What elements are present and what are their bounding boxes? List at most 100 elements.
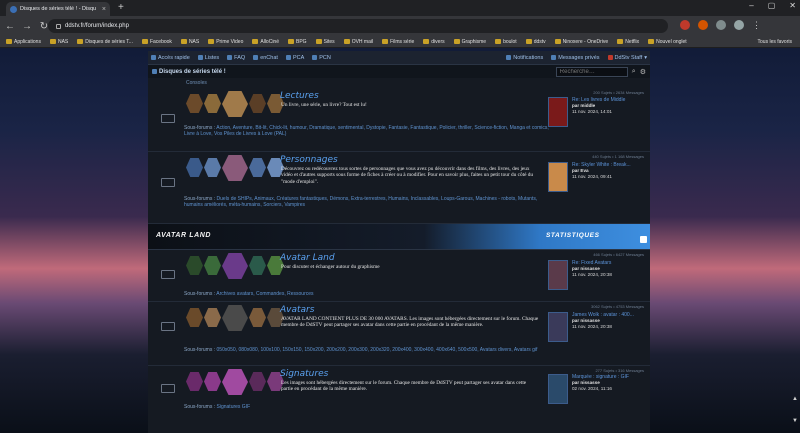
banner-hex-image [249,256,266,275]
forum-banner [186,155,284,181]
subforum-links[interactable]: Signatures GIF [217,404,251,410]
scroll-up-icon[interactable]: ▲ [792,396,798,402]
forum-title[interactable]: Signatures [280,369,328,379]
menu-kebab-icon[interactable]: ⋮ [752,20,762,30]
subforum-links[interactable]: Duels de SHIPs, Animaux, Créatures fanta… [184,196,537,208]
bookmark-item[interactable]: Netflix [617,39,639,45]
forward-icon[interactable]: → [20,21,34,32]
bookmark-item[interactable]: Graphisme [453,39,486,45]
back-icon[interactable]: ← [3,21,17,32]
bookmark-item[interactable]: Nouvel onglet [648,39,687,45]
subforum-links[interactable]: Archives avatars, Commandes, Ressources [216,291,313,297]
last-post-author: par Eva [572,168,589,173]
bookmark-icon [343,39,350,44]
forum-title[interactable]: Lectures [280,91,319,101]
bookmark-item[interactable]: boulot [495,39,517,45]
extension-icon[interactable] [698,20,708,30]
page-scrollbar[interactable]: ▲ ▼ [791,48,800,433]
minimize-icon[interactable]: – [749,1,753,10]
bookmark-item[interactable]: Ninoxere - OneDrive [554,39,608,45]
site-info-icon[interactable] [56,23,61,29]
bookmark-item[interactable]: BPG [288,39,307,45]
breadcrumb[interactable]: Disques de séries télé ! [152,69,226,75]
forum-stats: 466 Sujets • 6427 Messages [593,252,644,257]
profile-avatar-icon[interactable] [734,20,744,30]
bookmark-item[interactable]: ddstv [525,39,546,45]
banner-hex-image [249,308,266,327]
bookmark-item[interactable]: Disques de séries T... [77,39,133,45]
folder-icon [315,39,322,44]
banner-hex-image [186,94,203,113]
close-window-icon[interactable]: ✕ [789,1,796,10]
address-bar[interactable]: ddstv.fr/forum/index.php [48,19,668,33]
bookmark-item[interactable]: NAS [180,39,199,45]
subforum-link[interactable]: Consoles [148,78,650,88]
forum-unread-icon [161,270,175,279]
new-tab-button[interactable]: + [118,2,124,14]
bookmark-item[interactable]: Facebook [141,39,172,45]
search-icon[interactable]: ⌕ [632,68,636,76]
subforums: Sous-forums : Archives avatars, Commande… [184,291,314,297]
forum-title[interactable]: Avatars [280,305,314,315]
bell-icon [506,55,512,60]
bookmark-item[interactable]: Prime Video [208,39,243,45]
forum-title[interactable]: Personnages [280,155,338,165]
nav-faq[interactable]: FAQ [227,55,245,61]
last-post-date: 11 nov. 2024, 20:38 [572,324,612,329]
avatar[interactable] [548,260,568,290]
avatar[interactable] [548,374,568,404]
bookmark-item[interactable]: Applications [6,39,41,45]
tab-favicon-icon [10,5,17,13]
subforum-links[interactable]: 050x050, 080x080, 100x100, 150x150, 150x… [217,347,538,353]
nav-notifications[interactable]: Notifications [506,55,543,61]
nav-chat[interactable]: enChat [253,55,278,61]
nav-lists[interactable]: Listes [197,55,219,61]
subforums: Sous-forums : Signatures GIF [184,404,251,410]
bookmark-item[interactable]: OVH mail [343,39,373,45]
maximize-icon[interactable]: ▢ [768,1,776,10]
banner-hex-image [186,256,203,275]
banner-hex-image [204,256,221,275]
search-input[interactable] [555,66,628,77]
nav-quick-access[interactable]: Accès rapide [151,55,190,61]
bookmark-item[interactable]: Films série [382,39,414,45]
subforum-links[interactable]: Action, Aventure, Bit-lit, Chick-lit, hu… [184,125,549,137]
category-title[interactable]: AVATAR LAND [156,232,211,239]
forum-row-lectures: Lectures Un livre, une série, un livre? … [148,88,650,152]
nav-user-menu[interactable]: DdStv Staff ▾ [607,55,647,61]
last-post-date: 02 nov. 2024, 11:16 [572,386,612,391]
all-bookmarks-link[interactable]: Tous les favoris [758,39,792,45]
avatar[interactable] [548,312,568,342]
forum-row-avatar-land: Avatar Land Pour discuter et échanger au… [148,250,650,302]
extension-icon[interactable] [716,20,726,30]
bookmark-item[interactable]: divers [423,39,445,45]
forum-row-signatures: Signatures Les images sont hébergées dir… [148,366,650,416]
collapse-icon[interactable] [640,236,647,243]
banner-hex-image [204,308,221,327]
forum-title[interactable]: Avatar Land [280,253,335,263]
bookmark-item[interactable]: AlloCiné [252,39,279,45]
last-post-date: 11 nov. 2024, 09:41 [572,174,612,179]
scroll-down-icon[interactable]: ▼ [792,418,798,424]
folder-icon [495,39,502,44]
gear-icon [312,55,318,60]
window-controls: – ▢ ✕ [749,1,796,10]
extension-icon[interactable] [680,20,690,30]
browser-tab[interactable]: Disques de séries télé ! - Disqu × [6,2,110,16]
last-post-date: 11 nov. 2024, 14:01 [572,109,612,114]
banner-hex-image [222,91,248,117]
browser-tab-strip: Disques de séries télé ! - Disqu × + – ▢… [0,0,800,16]
banner-hex-image [204,158,221,177]
nav-pca[interactable]: PCA [285,55,304,61]
bookmark-icon [77,39,84,44]
folder-icon [453,39,460,44]
gear-icon[interactable]: ⚙ [640,68,646,76]
bookmark-item[interactable]: NAS [49,39,68,45]
avatar[interactable] [548,97,568,127]
avatar[interactable] [548,162,568,192]
url-text: ddstv.fr/forum/index.php [65,23,129,29]
nav-pcn[interactable]: PCN [312,55,331,61]
bookmark-item[interactable]: Sites [315,39,335,45]
nav-private-messages[interactable]: Messages privés [551,55,600,61]
tab-close-icon[interactable]: × [102,6,106,13]
